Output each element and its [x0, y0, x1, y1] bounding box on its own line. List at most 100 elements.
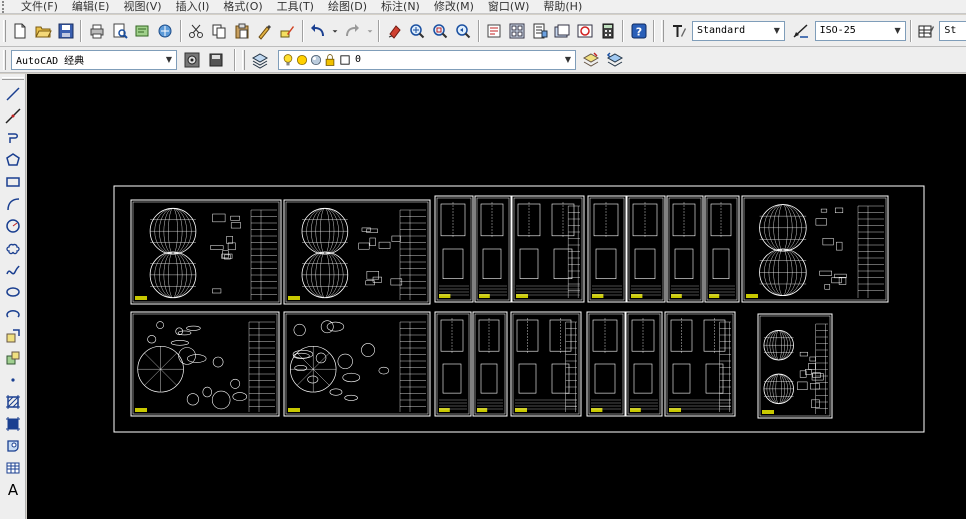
drawing-sheet[interactable] [434, 311, 472, 417]
multiline-text-tool[interactable]: A [2, 479, 24, 500]
design-center-icon[interactable] [506, 20, 527, 42]
properties-icon[interactable] [484, 20, 505, 42]
publish-icon[interactable] [132, 20, 153, 42]
drawing-canvas[interactable] [27, 74, 966, 519]
menu-edit[interactable]: 编辑(E) [65, 0, 117, 14]
drawing-sheet[interactable] [283, 199, 431, 305]
drawing-sheet[interactable] [587, 195, 627, 303]
undo-icon[interactable] [308, 20, 329, 42]
toolbar-grip[interactable] [3, 49, 6, 70]
hatch-icon[interactable] [2, 391, 24, 412]
help-icon[interactable]: ? [628, 20, 649, 42]
redo-dropdown-icon[interactable] [365, 20, 374, 42]
drawing-sheet[interactable] [741, 195, 889, 303]
menu-help[interactable]: 帮助(H) [536, 0, 589, 14]
arc-icon[interactable] [2, 193, 24, 214]
toolbar-grip[interactable] [3, 19, 6, 42]
layer-select[interactable]: 0 ▼ [278, 49, 576, 71]
ellipse-arc-icon[interactable] [2, 303, 24, 324]
polyline-icon[interactable] [2, 127, 24, 148]
make-object-layer-current-icon[interactable] [580, 49, 602, 71]
calculator-icon[interactable] [598, 20, 619, 42]
layer-properties-icon[interactable] [249, 49, 271, 71]
revision-cloud-icon[interactable] [2, 237, 24, 258]
cut-icon[interactable] [186, 20, 207, 42]
menu-tools[interactable]: 工具(T) [270, 0, 321, 14]
text-style-icon[interactable] [668, 20, 689, 42]
drawing-sheet[interactable] [586, 311, 626, 417]
tool-palettes-icon[interactable] [529, 20, 550, 42]
menu-draw[interactable]: 绘图(D) [321, 0, 374, 14]
workspace-select[interactable]: AutoCAD 经典 ▼ [11, 49, 177, 70]
drawing-sheet[interactable] [757, 313, 833, 419]
gradient-icon[interactable] [2, 413, 24, 434]
insert-block-icon[interactable] [2, 325, 24, 346]
dim-style-select[interactable]: ISO-25 ▼ [814, 20, 906, 41]
layers-toolbar-grip[interactable] [242, 49, 245, 70]
zoom-window-icon[interactable] [430, 20, 451, 42]
drawing-sheet[interactable] [626, 195, 666, 303]
redo-icon[interactable] [342, 20, 363, 42]
drawing-sheet[interactable] [472, 311, 508, 417]
drawing-sheet[interactable] [283, 311, 431, 417]
drawing-sheet[interactable] [434, 195, 474, 303]
layer-previous-icon[interactable] [604, 49, 626, 71]
paste-icon[interactable] [231, 20, 252, 42]
menu-insert[interactable]: 插入(I) [169, 0, 217, 14]
open-folder-icon[interactable] [33, 20, 54, 42]
print-preview-icon[interactable] [109, 20, 130, 42]
zoom-previous-icon[interactable] [453, 20, 474, 42]
styles-toolbar-grip[interactable] [661, 19, 665, 42]
drawing-sheet[interactable] [130, 311, 280, 417]
text-style-select[interactable]: Standard ▼ [691, 20, 785, 41]
zoom-realtime-icon[interactable] [407, 20, 428, 42]
drawing-sheet[interactable] [130, 199, 282, 305]
markup-set-icon[interactable] [575, 20, 596, 42]
drawing-sheet[interactable] [474, 195, 512, 303]
menu-bar-grip[interactable] [2, 0, 10, 13]
draw-toolbar-grip[interactable] [2, 77, 24, 80]
polygon-icon[interactable] [2, 149, 24, 170]
menu-modify[interactable]: 修改(M) [427, 0, 481, 14]
circle-icon[interactable] [2, 215, 24, 236]
3d-dwf-icon[interactable] [155, 20, 176, 42]
save-workspace-icon[interactable] [205, 49, 227, 71]
table-style-select[interactable]: St [939, 20, 966, 41]
pan-realtime-icon[interactable] [384, 20, 405, 42]
chevron-down-icon: ▼ [165, 55, 173, 64]
rectangle-icon[interactable] [2, 171, 24, 192]
workspace-layers-toolbar: AutoCAD 经典 ▼ 0 ▼ [0, 47, 966, 73]
viewport-freeze-icon [309, 49, 323, 71]
menu-window[interactable]: 窗口(W) [481, 0, 536, 14]
save-icon[interactable] [56, 20, 77, 42]
dim-style-icon[interactable] [791, 20, 812, 42]
drawing-sheet[interactable] [511, 195, 585, 303]
ellipse-icon[interactable] [2, 281, 24, 302]
construction-line-icon[interactable] [2, 105, 24, 126]
new-file-icon[interactable] [10, 20, 31, 42]
workspace-settings-icon[interactable] [181, 49, 203, 71]
table-style-icon[interactable] [916, 20, 937, 42]
undo-dropdown-icon[interactable] [331, 20, 340, 42]
menu-format[interactable]: 格式(O) [216, 0, 269, 14]
line-icon[interactable] [2, 83, 24, 104]
draw-toolbar: A [0, 74, 26, 519]
spline-icon[interactable] [2, 259, 24, 280]
region-icon[interactable] [2, 435, 24, 456]
sheet-set-icon[interactable] [552, 20, 573, 42]
copy-icon[interactable] [208, 20, 229, 42]
print-icon[interactable] [86, 20, 107, 42]
menu-view[interactable]: 视图(V) [116, 0, 168, 14]
match-properties-icon[interactable] [254, 20, 275, 42]
menu-dimension[interactable]: 标注(N) [374, 0, 427, 14]
point-icon[interactable] [2, 369, 24, 390]
drawing-sheet[interactable] [625, 311, 663, 417]
table-icon[interactable] [2, 457, 24, 478]
drawing-sheet[interactable] [704, 195, 740, 303]
drawing-sheet[interactable] [510, 311, 582, 417]
make-block-icon[interactable] [2, 347, 24, 368]
menu-file[interactable]: 文件(F) [14, 0, 65, 14]
drawing-sheet[interactable] [664, 311, 736, 417]
block-editor-icon[interactable] [277, 20, 298, 42]
drawing-sheet[interactable] [666, 195, 704, 303]
